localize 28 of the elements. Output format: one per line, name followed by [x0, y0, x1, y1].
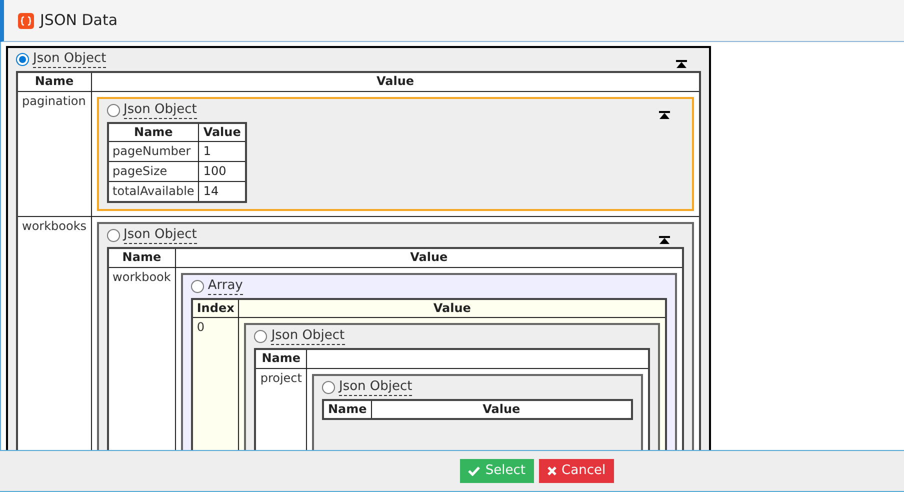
radio-button[interactable] — [16, 53, 29, 66]
check-icon — [468, 466, 480, 476]
window-title: JSON Data — [40, 10, 118, 32]
radio-button[interactable] — [254, 330, 268, 343]
braces-icon — [18, 12, 34, 28]
node-type-label[interactable]: Array — [208, 278, 243, 294]
node-type-label[interactable]: Json Object — [124, 102, 197, 118]
node-type-label[interactable]: Json Object — [33, 51, 106, 68]
key-cell: pageSize — [108, 162, 199, 182]
close-icon — [546, 466, 557, 476]
key-cell: pageNumber — [108, 142, 199, 162]
collapse-icon[interactable] — [676, 60, 687, 68]
node-type-label[interactable]: Json Object — [271, 328, 345, 345]
column-header: Name — [17, 72, 92, 91]
column-header: Name — [255, 349, 306, 368]
column-header: Name — [108, 122, 199, 142]
column-header: Name — [108, 248, 176, 267]
collapse-icon[interactable] — [659, 236, 670, 244]
radio-button[interactable] — [322, 380, 335, 394]
node-type-label[interactable]: Json Object — [338, 378, 412, 396]
collapse-icon[interactable] — [659, 110, 670, 118]
radio-button[interactable] — [190, 280, 204, 292]
column-header: Index — [192, 298, 239, 318]
node-type-label[interactable]: Json Object — [124, 227, 197, 244]
cancel-button[interactable]: Cancel — [538, 459, 614, 483]
radio-button[interactable] — [106, 104, 120, 116]
key-cell: pagination — [17, 91, 92, 216]
radio-button[interactable] — [106, 229, 120, 242]
